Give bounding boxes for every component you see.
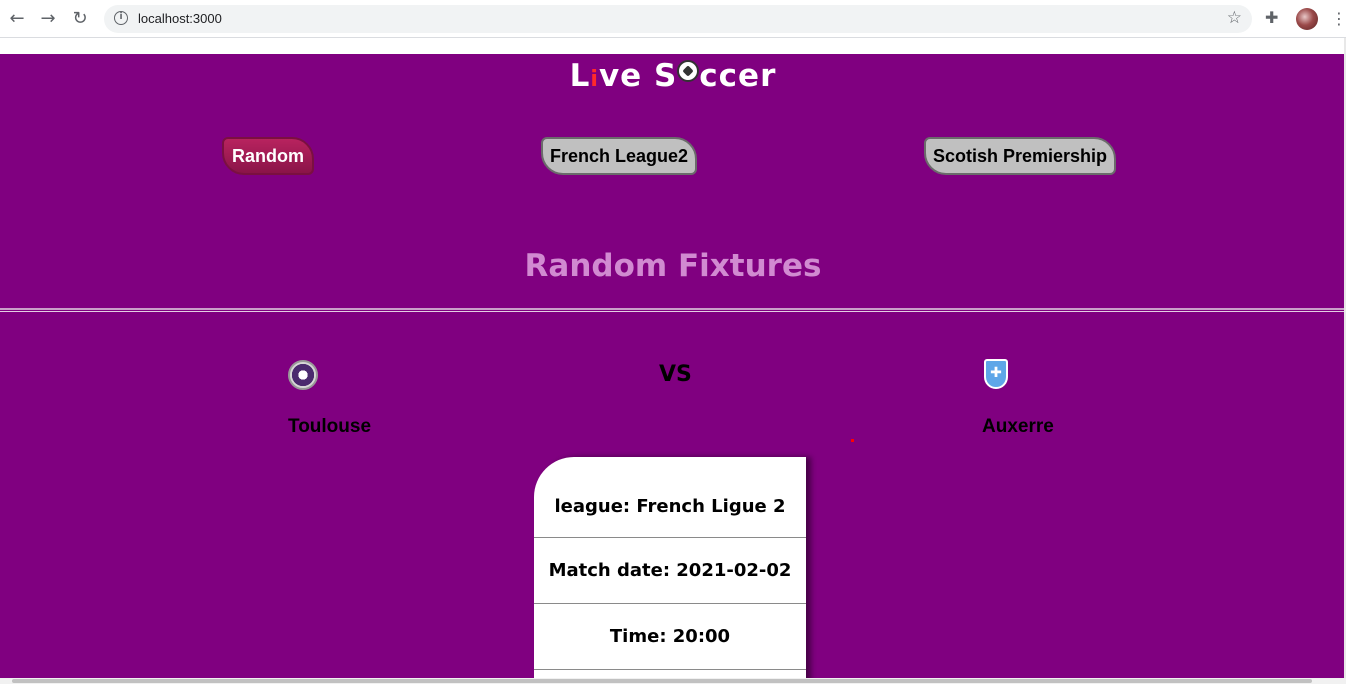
decorative-dot bbox=[851, 439, 854, 442]
fixture-match-date: Match date: 2021-02-02 bbox=[534, 538, 806, 604]
away-team-name: Auxerre bbox=[982, 416, 1054, 437]
browser-toolbar: ← → ↻ i localhost:3000 ☆ ✚ ⋮ bbox=[0, 0, 1346, 38]
soccer-ball-icon bbox=[677, 60, 700, 82]
section-divider bbox=[0, 308, 1346, 312]
address-url[interactable]: localhost:3000 bbox=[138, 11, 222, 26]
site-title-ve-s: ve S bbox=[598, 58, 678, 94]
profile-avatar[interactable] bbox=[1296, 8, 1318, 30]
back-icon[interactable]: ← bbox=[5, 7, 29, 31]
fixture-time: Time: 20:00 bbox=[534, 604, 806, 670]
fixture-league: league: French Ligue 2 bbox=[534, 457, 806, 538]
address-bar[interactable]: i localhost:3000 ☆ bbox=[104, 5, 1252, 33]
horizontal-scroll-thumb[interactable] bbox=[12, 679, 1312, 683]
fixture-details-card: league: French Ligue 2 Match date: 2021-… bbox=[534, 457, 806, 678]
home-team-name: Toulouse bbox=[288, 416, 372, 437]
extensions-icon[interactable]: ✚ bbox=[1265, 8, 1278, 27]
vs-label: VS bbox=[659, 362, 692, 387]
browser-menu-icon[interactable]: ⋮ bbox=[1331, 7, 1346, 31]
site-title-ccer: ccer bbox=[699, 58, 777, 94]
bookmark-star-icon[interactable]: ☆ bbox=[1227, 8, 1242, 28]
site-info-icon[interactable]: i bbox=[114, 11, 128, 25]
site-title-l: L bbox=[569, 58, 591, 94]
section-title: Random Fixtures bbox=[524, 248, 822, 284]
tab-random[interactable]: Random bbox=[222, 137, 314, 175]
site-title: Live S ccer bbox=[0, 58, 1346, 94]
app-page: Live S ccer Random French League2 Scotish… bbox=[0, 54, 1346, 678]
site-title-i: i bbox=[590, 67, 599, 92]
horizontal-scrollbar[interactable] bbox=[0, 678, 1346, 684]
tab-french-league2[interactable]: French League2 bbox=[541, 137, 697, 175]
auxerre-crest-icon: ✚ bbox=[984, 359, 1008, 389]
tab-scotish-premiership[interactable]: Scotish Premiership bbox=[924, 137, 1116, 175]
reload-icon[interactable]: ↻ bbox=[68, 7, 92, 31]
toulouse-crest-icon bbox=[288, 360, 318, 390]
forward-icon[interactable]: → bbox=[36, 7, 60, 31]
